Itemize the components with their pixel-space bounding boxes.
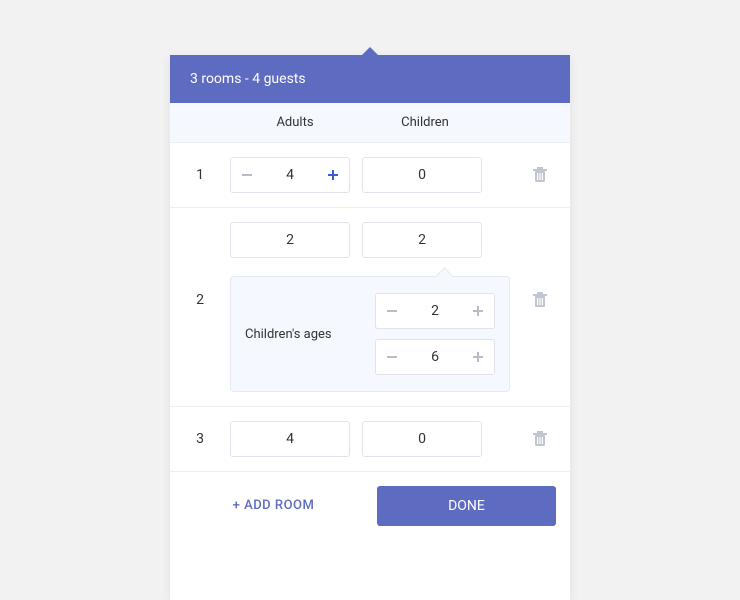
adults-stepper[interactable]: 4 [230,421,350,457]
panel-header: 3 rooms - 4 guests [170,55,570,103]
plus-icon[interactable] [325,167,341,183]
room-index: 3 [170,421,230,447]
adults-value: 4 [255,167,325,183]
children-stepper[interactable]: 0 [362,157,482,193]
guest-picker-panel: 3 rooms - 4 guests Adults Children 1 4 [170,55,570,600]
trash-icon[interactable] [533,292,547,308]
adults-stepper[interactable]: 2 [230,222,350,258]
minus-icon[interactable] [384,349,400,365]
summary-text: 3 rooms - 4 guests [190,71,306,87]
age-value: 6 [400,349,470,365]
done-button[interactable]: DONE [377,486,556,526]
minus-icon[interactable] [384,303,400,319]
room-row: 1 4 0 [170,143,570,208]
trash-icon[interactable] [533,431,547,447]
trash-icon[interactable] [533,167,547,183]
ages-label: Children's ages [245,327,359,342]
children-value: 0 [371,431,473,447]
room-index: 2 [170,222,230,308]
children-ages-box: Children's ages 2 [230,276,510,392]
children-stepper[interactable]: 2 [362,222,482,258]
age-stepper[interactable]: 2 [375,293,495,329]
children-value: 0 [371,167,473,183]
adults-value: 4 [239,431,341,447]
room-row: 2 2 2 Children's ages 2 [170,208,570,407]
plus-icon[interactable] [470,303,486,319]
add-room-button[interactable]: + ADD ROOM [184,486,363,526]
age-value: 2 [400,303,470,319]
children-stepper[interactable]: 0 [362,421,482,457]
room-index: 1 [170,157,230,183]
age-stepper[interactable]: 6 [375,339,495,375]
panel-footer: + ADD ROOM DONE [170,472,570,540]
minus-icon[interactable] [239,167,255,183]
room-row: 3 4 0 [170,407,570,472]
plus-icon[interactable] [470,349,486,365]
column-headers: Adults Children [170,103,570,143]
children-value: 2 [371,232,473,248]
adults-value: 2 [239,232,341,248]
children-header: Children [360,115,490,130]
adults-stepper[interactable]: 4 [230,157,350,193]
adults-header: Adults [230,115,360,130]
